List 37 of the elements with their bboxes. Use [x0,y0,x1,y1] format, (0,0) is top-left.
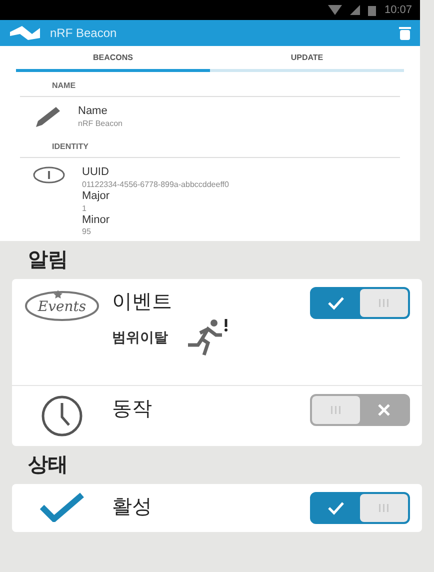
section-header: NAME [20,72,400,97]
app-title: nRF Beacon [50,25,118,42]
field-value: 01122334-4556-6778-899a-abbccddeeff0 [82,180,229,190]
field-label: UUID [82,166,110,180]
field-label: Major [82,190,111,204]
battery-icon [368,4,376,16]
trash-icon[interactable] [398,26,412,40]
check-icon [39,492,85,522]
clock-icon [40,394,84,438]
status-time: 10:07 [384,2,412,18]
grip-icon [378,299,390,308]
tab[interactable]: UPDATE [210,46,404,72]
info-icon [32,166,66,184]
field-label: Minor [82,214,111,228]
group-heading: 상태 [27,453,69,478]
grip-icon [378,504,390,512]
tab[interactable]: BEACONS [16,46,210,72]
check-icon [327,296,345,310]
field-value: 1 [82,204,88,214]
toggle-switch[interactable] [310,492,410,524]
app-logo-icon [8,24,42,42]
setting-sublabel: 범위이탈 [112,328,168,347]
section-header: IDENTITY [20,133,400,158]
check-icon [327,501,345,516]
wifi-icon [328,5,342,15]
setting-label: 동작 [112,397,153,422]
toggle-switch[interactable] [310,287,410,320]
close-icon [377,403,391,418]
signal-icon [350,5,360,15]
field-value: nRF Beacon [78,118,122,129]
toggle-switch[interactable] [310,394,410,426]
setting-label: 활성 [112,495,153,520]
field-value: 95 [82,227,92,238]
group-heading: 알림 [27,248,69,274]
setting-label: 이벤트 [112,290,173,316]
field-label: Name [78,105,108,119]
grip-icon [330,406,342,414]
